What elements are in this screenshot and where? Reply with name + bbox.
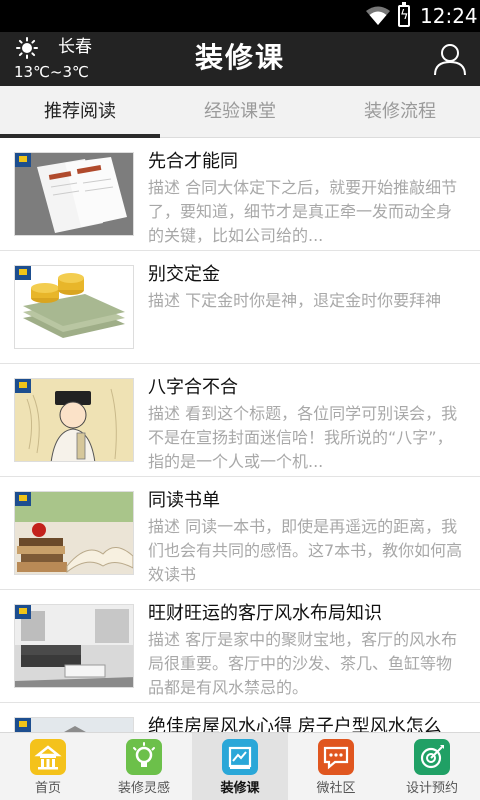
money-image xyxy=(15,266,133,348)
article-thumbnail xyxy=(14,152,134,236)
list-item[interactable]: 旺财旺运的客厅风水布局知识 描述 客厅是家中的聚财宝地，客厅的风水布局很重要。客… xyxy=(0,590,480,703)
article-description: 描述 客厅是家中的聚财宝地，客厅的风水布局很重要。客厅中的沙发、茶几、鱼缸等物品… xyxy=(148,630,458,697)
brand-badge-icon xyxy=(15,492,31,506)
article-title: 八字合不合 xyxy=(148,377,238,398)
nav-course[interactable]: 装修课 xyxy=(192,733,288,800)
clock-time: 12:24 xyxy=(420,4,478,28)
category-tabs: 推荐阅读 经验课堂 装修流程 xyxy=(0,86,480,138)
nav-design-booking-label: 设计预约 xyxy=(405,781,458,796)
user-profile-icon[interactable] xyxy=(432,42,468,76)
nav-inspiration[interactable]: 装修灵感 xyxy=(96,733,192,800)
nav-community[interactable]: 微社区 xyxy=(288,733,384,800)
documents-image xyxy=(15,153,133,235)
page-title: 装修课 xyxy=(194,41,285,74)
nav-home-label: 首页 xyxy=(34,781,61,796)
chat-icon xyxy=(318,739,354,775)
article-title: 旺财旺运的客厅风水布局知识 xyxy=(148,603,382,624)
list-item[interactable]: 别交定金 描述 下定金时你是神，退定金时你要拜神 xyxy=(0,251,480,364)
article-description: 描述 合同大体定下之后，就要开始推敲细节了，要知道，细节才是真正牵一发而动全身的… xyxy=(148,178,458,245)
bottom-navigation: 首页 装修灵感 装修课 微社区 设计预约 xyxy=(0,732,480,800)
list-item[interactable]: 八字合不合 描述 看到这个标题，各位同学可别误会，我不是在宣扬封面迷信哈！我所说… xyxy=(0,364,480,477)
home-icon xyxy=(30,739,66,775)
app-header: 长春 13℃~3℃ 装修课 xyxy=(0,32,480,86)
article-title: 同读书单 xyxy=(148,490,220,511)
tab-experience[interactable]: 经验课堂 xyxy=(160,86,320,138)
article-description: 描述 同读一本书，即使是再遥远的距离，我们也会有共同的感悟。这7本书，教你如何高… xyxy=(148,517,463,584)
status-bar: ϟ 12:24 xyxy=(0,0,480,32)
nav-design-booking[interactable]: 设计预约 xyxy=(384,733,480,800)
article-title: 先合才能同 xyxy=(148,151,238,172)
list-item[interactable]: 同读书单 描述 同读一本书，即使是再遥远的距离，我们也会有共同的感悟。这7本书，… xyxy=(0,477,480,590)
article-thumbnail xyxy=(14,604,134,688)
brand-badge-icon xyxy=(15,605,31,619)
brand-badge-icon xyxy=(15,266,31,280)
list-item[interactable]: 绝佳房屋风水心得 房子户型风水怎么 xyxy=(0,703,480,732)
wifi-icon xyxy=(366,6,390,25)
article-thumbnail xyxy=(14,378,134,462)
brand-badge-icon xyxy=(15,379,31,393)
article-title: 绝佳房屋风水心得 房子户型风水怎么 xyxy=(148,716,442,732)
tab-process[interactable]: 装修流程 xyxy=(320,86,480,138)
article-thumbnail xyxy=(14,491,134,575)
living-room-image xyxy=(15,605,133,687)
bulb-icon xyxy=(126,739,162,775)
list-item[interactable]: 先合才能同 描述 合同大体定下之后，就要开始推敲细节了，要知道，细节才是真正牵一… xyxy=(0,138,480,251)
target-icon xyxy=(414,739,450,775)
article-thumbnail xyxy=(14,717,134,732)
brand-badge-icon xyxy=(15,153,31,167)
article-description: 描述 看到这个标题，各位同学可别误会，我不是在宣扬封面迷信哈！我所说的“八字”，… xyxy=(148,404,458,471)
nav-home[interactable]: 首页 xyxy=(0,733,96,800)
article-list: 先合才能同 描述 合同大体定下之后，就要开始推敲细节了，要知道，细节才是真正牵一… xyxy=(0,138,480,732)
article-thumbnail xyxy=(14,265,134,349)
article-title: 别交定金 xyxy=(148,264,220,285)
brand-badge-icon xyxy=(15,718,31,732)
article-description: 描述 下定金时你是神，退定金时你要拜神 xyxy=(148,291,442,310)
nav-inspiration-label: 装修灵感 xyxy=(117,781,170,796)
course-icon xyxy=(222,739,258,775)
scholar-image xyxy=(15,379,133,461)
nav-community-label: 微社区 xyxy=(316,781,356,796)
house-image xyxy=(15,718,133,732)
tab-recommended[interactable]: 推荐阅读 xyxy=(0,86,160,138)
battery-icon: ϟ xyxy=(398,2,410,27)
books-image xyxy=(15,492,133,574)
nav-course-label: 装修课 xyxy=(220,781,260,796)
